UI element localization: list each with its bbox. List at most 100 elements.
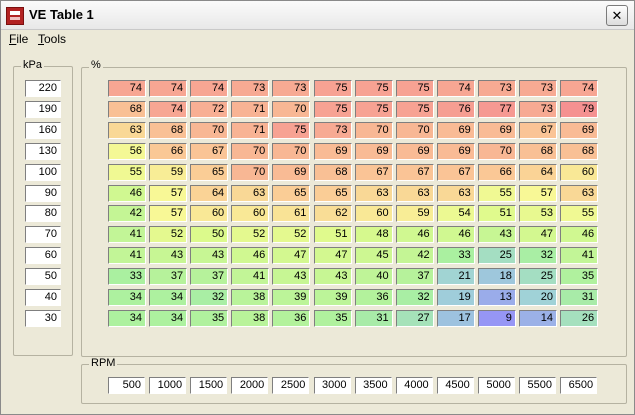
kpa-cell[interactable]: 220 <box>25 80 61 97</box>
ve-cell[interactable]: 43 <box>477 226 516 244</box>
ve-cell[interactable]: 42 <box>108 205 146 223</box>
ve-cell[interactable]: 48 <box>354 226 393 244</box>
ve-cell[interactable]: 75 <box>354 100 393 118</box>
ve-cell[interactable]: 43 <box>149 247 188 265</box>
ve-cell[interactable]: 27 <box>395 309 434 327</box>
ve-cell[interactable]: 69 <box>477 121 516 139</box>
ve-cell[interactable]: 67 <box>436 163 475 181</box>
ve-cell[interactable]: 47 <box>519 226 557 244</box>
ve-cell[interactable]: 65 <box>313 184 352 202</box>
ve-cell[interactable]: 60 <box>190 205 229 223</box>
ve-cell[interactable]: 60 <box>231 205 270 223</box>
ve-cell[interactable]: 64 <box>519 163 557 181</box>
ve-cell[interactable]: 33 <box>108 268 146 286</box>
ve-cell[interactable]: 54 <box>436 205 475 223</box>
rpm-cell[interactable]: 3000 <box>313 377 351 394</box>
ve-cell[interactable]: 74 <box>108 80 146 97</box>
ve-cell[interactable]: 73 <box>231 80 270 97</box>
ve-cell[interactable]: 53 <box>519 205 557 223</box>
kpa-cell[interactable]: 70 <box>25 226 61 244</box>
ve-cell[interactable]: 70 <box>395 121 434 139</box>
close-button[interactable]: ✕ <box>606 5 628 26</box>
ve-cell[interactable]: 73 <box>272 80 311 97</box>
ve-cell[interactable]: 41 <box>231 268 270 286</box>
ve-cell[interactable]: 71 <box>231 121 270 139</box>
ve-cell[interactable]: 50 <box>190 226 229 244</box>
menu-file[interactable]: File <box>9 32 28 46</box>
ve-cell[interactable]: 32 <box>190 289 229 306</box>
ve-cell[interactable]: 63 <box>354 184 393 202</box>
ve-cell[interactable]: 67 <box>354 163 393 181</box>
ve-cell[interactable]: 45 <box>354 247 393 265</box>
ve-cell[interactable]: 66 <box>149 142 188 160</box>
ve-cell[interactable]: 39 <box>313 289 352 306</box>
ve-cell[interactable]: 69 <box>436 121 475 139</box>
ve-cell[interactable]: 31 <box>560 289 599 306</box>
ve-cell[interactable]: 38 <box>231 309 270 327</box>
ve-cell[interactable]: 37 <box>190 268 229 286</box>
ve-cell[interactable]: 18 <box>477 268 516 286</box>
rpm-cell[interactable]: 500 <box>108 377 145 394</box>
ve-cell[interactable]: 43 <box>272 268 311 286</box>
ve-cell[interactable]: 25 <box>477 247 516 265</box>
menu-tools[interactable]: Tools <box>38 32 66 46</box>
ve-cell[interactable]: 39 <box>272 289 311 306</box>
ve-cell[interactable]: 63 <box>436 184 475 202</box>
ve-cell[interactable]: 75 <box>272 121 311 139</box>
rpm-cell[interactable]: 4000 <box>395 377 433 394</box>
rpm-cell[interactable]: 3500 <box>354 377 392 394</box>
ve-cell[interactable]: 62 <box>313 205 352 223</box>
rpm-cell[interactable]: 5000 <box>477 377 515 394</box>
ve-cell[interactable]: 65 <box>190 163 229 181</box>
ve-cell[interactable]: 73 <box>519 80 557 97</box>
ve-cell[interactable]: 70 <box>354 121 393 139</box>
ve-cell[interactable]: 47 <box>272 247 311 265</box>
ve-cell[interactable]: 32 <box>519 247 557 265</box>
ve-cell[interactable]: 71 <box>231 100 270 118</box>
ve-cell[interactable]: 42 <box>395 247 434 265</box>
ve-cell[interactable]: 70 <box>190 121 229 139</box>
ve-cell[interactable]: 52 <box>272 226 311 244</box>
ve-cell[interactable]: 19 <box>436 289 475 306</box>
ve-cell[interactable]: 69 <box>560 121 599 139</box>
ve-cell[interactable]: 55 <box>560 205 599 223</box>
kpa-cell[interactable]: 30 <box>25 309 61 327</box>
ve-cell[interactable]: 73 <box>313 121 352 139</box>
ve-cell[interactable]: 34 <box>149 309 188 327</box>
ve-cell[interactable]: 52 <box>231 226 270 244</box>
ve-cell[interactable]: 46 <box>108 184 146 202</box>
ve-cell[interactable]: 64 <box>190 184 229 202</box>
ve-cell[interactable]: 61 <box>272 205 311 223</box>
ve-cell[interactable]: 65 <box>272 184 311 202</box>
ve-cell[interactable]: 63 <box>560 184 599 202</box>
rpm-cell[interactable]: 2000 <box>231 377 269 394</box>
ve-cell[interactable]: 35 <box>313 309 352 327</box>
ve-cell[interactable]: 13 <box>477 289 516 306</box>
ve-cell[interactable]: 43 <box>190 247 229 265</box>
ve-cell[interactable]: 33 <box>436 247 475 265</box>
ve-cell[interactable]: 46 <box>560 226 599 244</box>
ve-cell[interactable]: 77 <box>477 100 516 118</box>
ve-cell[interactable]: 70 <box>272 142 311 160</box>
rpm-cell[interactable]: 6500 <box>560 377 598 394</box>
ve-cell[interactable]: 67 <box>190 142 229 160</box>
ve-cell[interactable]: 25 <box>519 268 557 286</box>
ve-cell[interactable]: 47 <box>313 247 352 265</box>
ve-cell[interactable]: 60 <box>560 163 599 181</box>
ve-cell[interactable]: 52 <box>149 226 188 244</box>
ve-cell[interactable]: 63 <box>395 184 434 202</box>
kpa-cell[interactable]: 60 <box>25 247 61 265</box>
ve-cell[interactable]: 36 <box>354 289 393 306</box>
ve-cell[interactable]: 72 <box>190 100 229 118</box>
ve-cell[interactable]: 74 <box>560 80 599 97</box>
ve-cell[interactable]: 57 <box>519 184 557 202</box>
ve-cell[interactable]: 76 <box>436 100 475 118</box>
ve-cell[interactable]: 38 <box>231 289 270 306</box>
ve-cell[interactable]: 46 <box>436 226 475 244</box>
ve-cell[interactable]: 51 <box>477 205 516 223</box>
ve-cell[interactable]: 70 <box>272 100 311 118</box>
ve-cell[interactable]: 70 <box>231 163 270 181</box>
ve-cell[interactable]: 63 <box>231 184 270 202</box>
ve-cell[interactable]: 41 <box>560 247 599 265</box>
ve-cell[interactable]: 35 <box>190 309 229 327</box>
